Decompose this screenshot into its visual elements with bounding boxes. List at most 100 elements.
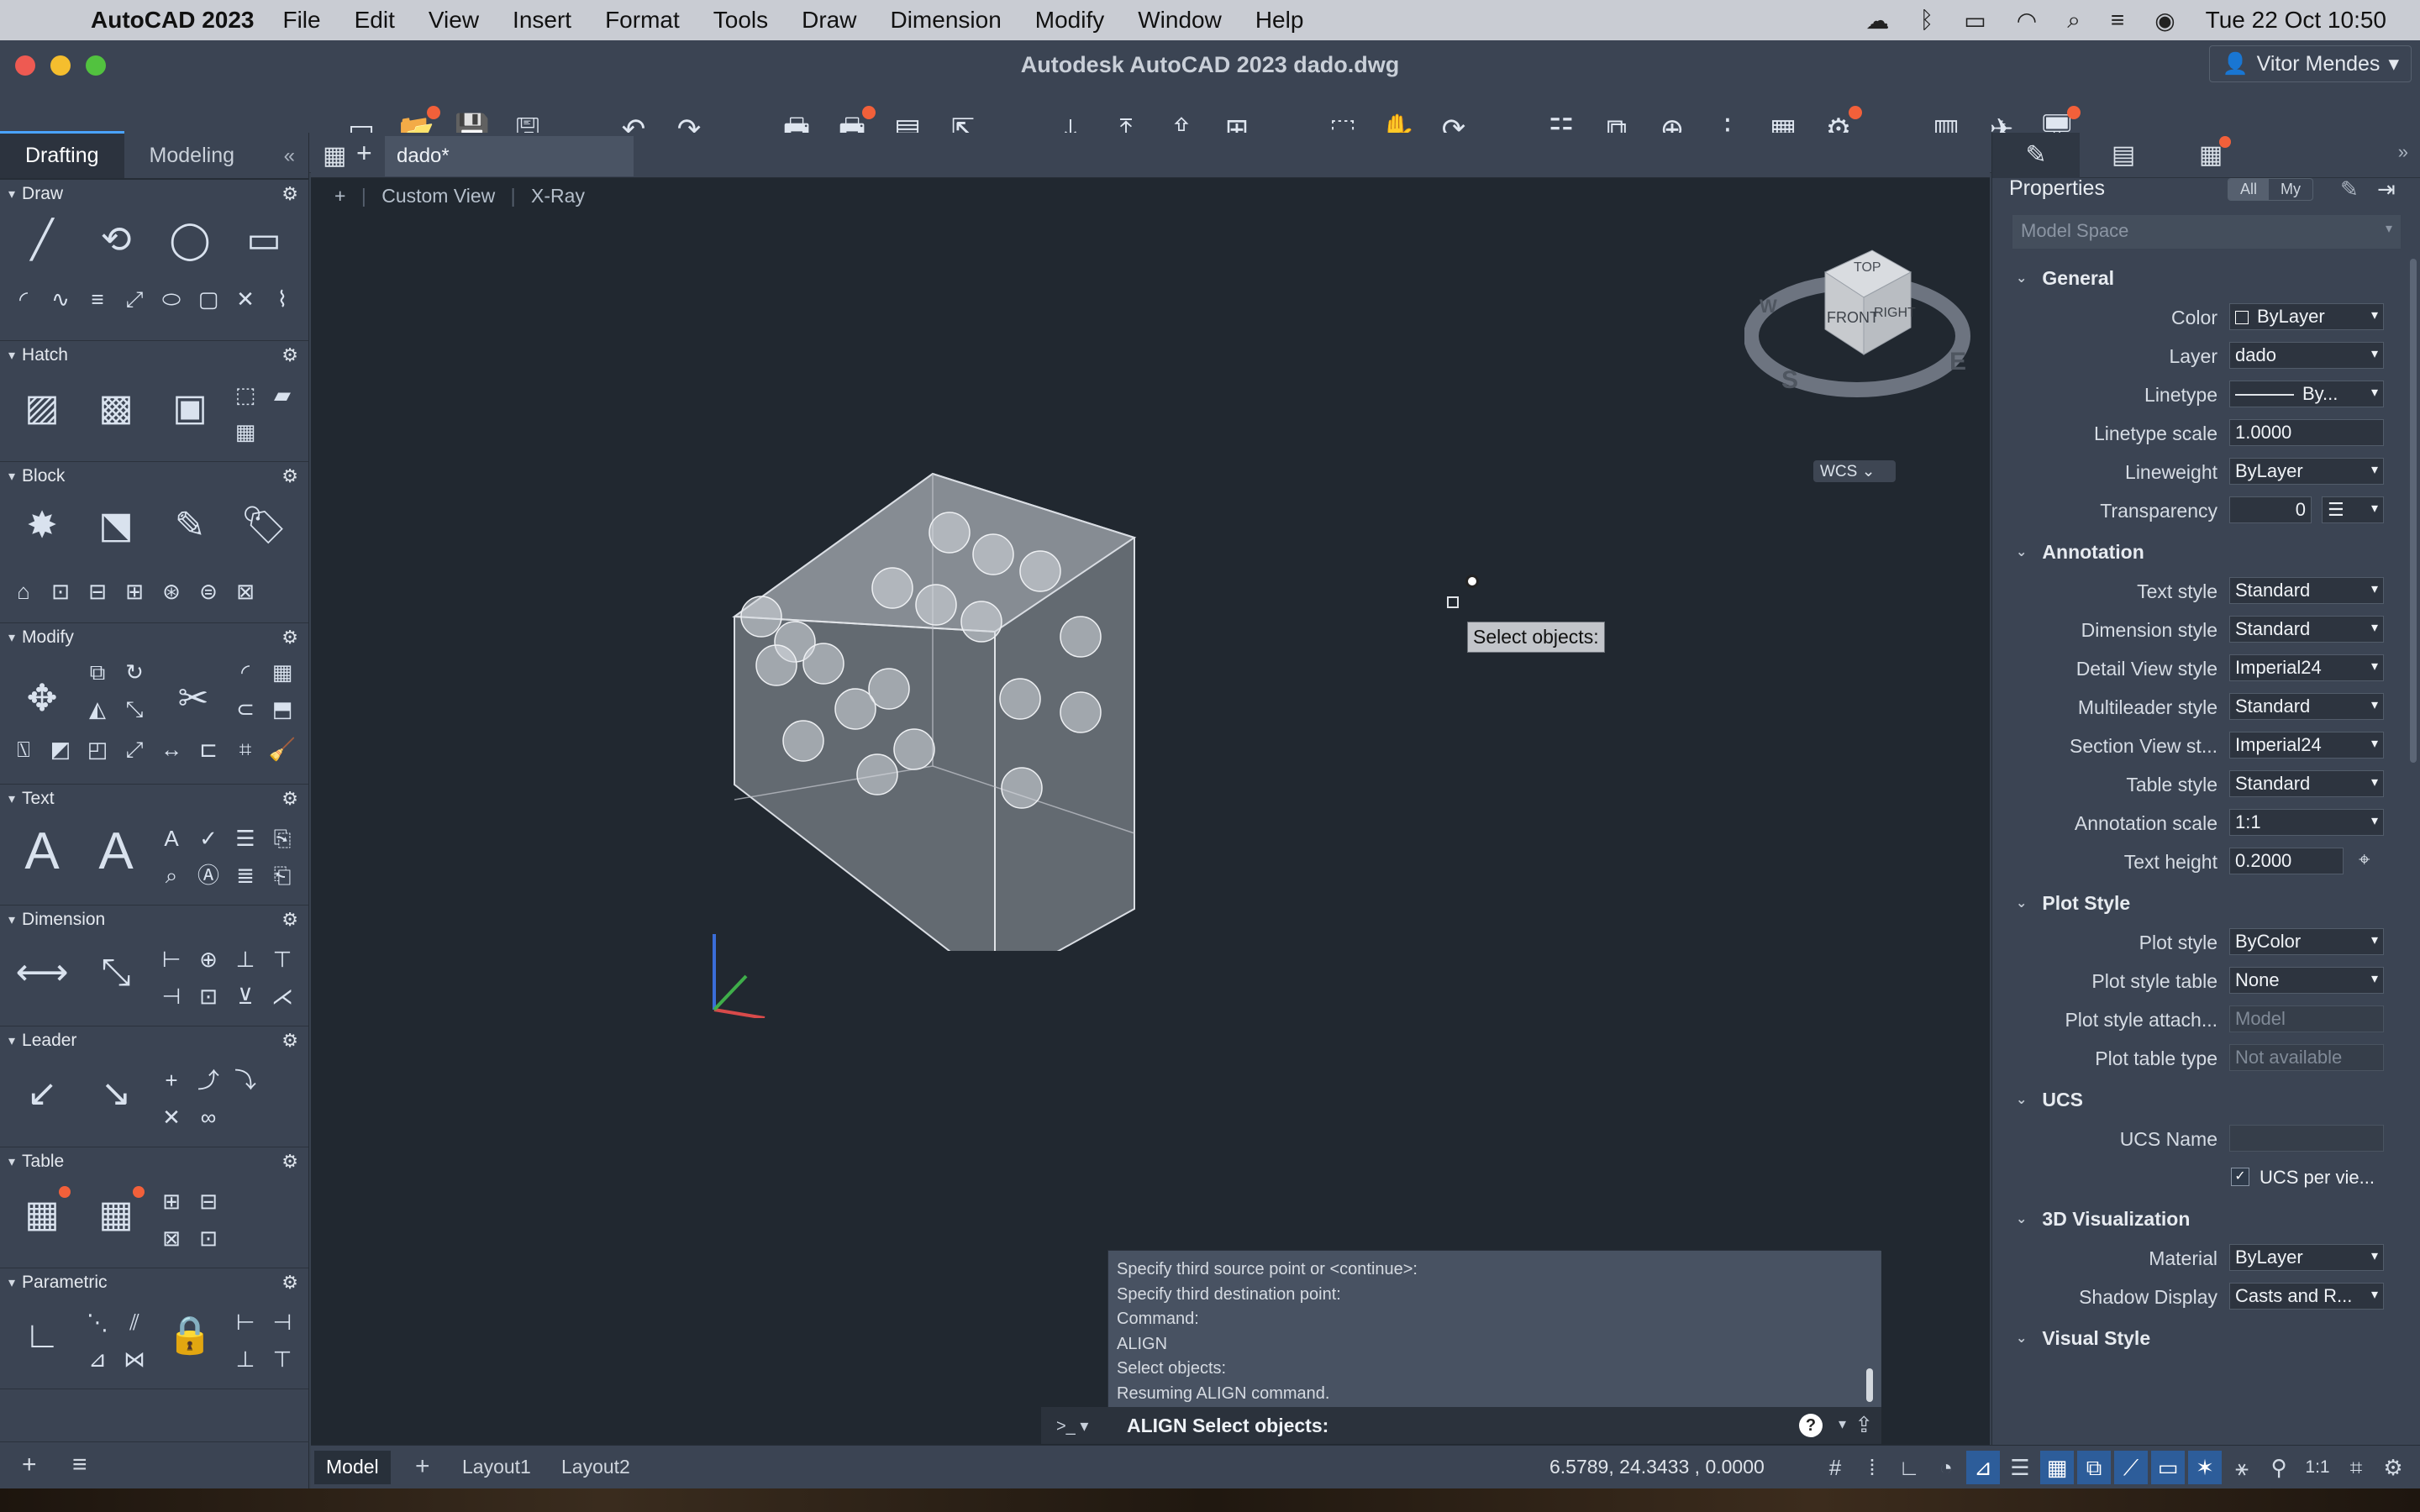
block-table-icon[interactable]: ⊠: [230, 576, 260, 606]
detail-view-style-dropdown[interactable]: Imperial24 ▾: [2229, 654, 2384, 681]
gradient-hatch-icon[interactable]: ▩: [89, 381, 143, 435]
user-account-menu[interactable]: 👤 Vitor Mendes ▾: [2209, 45, 2412, 82]
view-preset-button[interactable]: Custom View: [381, 185, 495, 207]
tab-dado[interactable]: dado*: [385, 136, 634, 176]
dynamic-ucs-icon[interactable]: ▭: [2151, 1451, 2185, 1484]
revcloud-icon[interactable]: ▦: [230, 417, 260, 447]
data-extraction-icon[interactable]: ⊞: [156, 1186, 187, 1216]
menu-help[interactable]: Help: [1255, 7, 1304, 34]
stretch-icon[interactable]: ⤡: [119, 694, 150, 724]
block-attribute-icon[interactable]: ⊞: [119, 576, 150, 606]
section-title[interactable]: Block: [22, 466, 65, 486]
gear-icon[interactable]: ⚙: [281, 465, 298, 487]
table-export-icon[interactable]: ⊠: [156, 1223, 187, 1253]
mirror-icon[interactable]: ◭: [82, 694, 113, 724]
collapse-palette-icon[interactable]: «: [284, 144, 295, 168]
color-dropdown[interactable]: ByLayer ▾: [2229, 303, 2384, 330]
menu-insert[interactable]: Insert: [513, 7, 571, 34]
section-title[interactable]: Modify: [22, 627, 74, 648]
join-icon[interactable]: ↔: [156, 734, 187, 764]
ortho-icon[interactable]: ∟: [1892, 1451, 1926, 1484]
radius-dimension-icon[interactable]: ⊕: [193, 944, 224, 974]
manage-attributes-icon[interactable]: ⊟: [82, 576, 113, 606]
clock[interactable]: Tue 22 Oct 10:50: [2206, 7, 2386, 34]
sketch-icon[interactable]: ⌇: [267, 284, 297, 314]
parallel-icon[interactable]: ⫽: [119, 1307, 150, 1337]
create-block-icon[interactable]: ✸: [15, 499, 69, 553]
plot-style-dropdown[interactable]: ByColor ▾: [2229, 928, 2384, 955]
category-annotation[interactable]: ⌄ Annotation: [1992, 533, 2396, 571]
gear-icon[interactable]: ⚙: [281, 909, 298, 931]
category-plot-style[interactable]: ⌄ Plot Style: [1992, 884, 2396, 922]
ray-icon[interactable]: ⤢: [119, 284, 150, 314]
add-leader-icon[interactable]: +: [156, 1065, 187, 1095]
dimension-style-icon[interactable]: ⤡: [89, 946, 143, 1000]
text-style-dropdown[interactable]: Standard ▾: [2229, 577, 2384, 604]
annotation-visibility-icon[interactable]: ✶: [2188, 1451, 2222, 1484]
arc-icon[interactable]: ◜: [8, 284, 39, 314]
snap-icon[interactable]: ⁞: [1855, 1451, 1889, 1484]
filter-all[interactable]: All: [2228, 179, 2270, 200]
section-title[interactable]: Leader: [22, 1031, 76, 1051]
transparency-field[interactable]: 0: [2229, 496, 2312, 523]
new-tab-plus-icon[interactable]: +: [356, 138, 372, 169]
visual-style-button[interactable]: X-Ray: [531, 185, 585, 207]
section-title[interactable]: Text: [22, 789, 55, 809]
grid-icon[interactable]: #: [1818, 1451, 1852, 1484]
linear-dimension-icon[interactable]: ⟷: [15, 946, 69, 1000]
linetype-scale-field[interactable]: 1.0000: [2229, 419, 2384, 446]
table-icon[interactable]: ▦: [15, 1186, 71, 1242]
line-icon[interactable]: ╱: [15, 213, 69, 267]
gear-icon[interactable]: ⚙: [281, 1272, 298, 1294]
remove-leader-icon[interactable]: ✕: [156, 1102, 187, 1132]
viewport-menu-button[interactable]: +: [334, 185, 345, 207]
explode-icon[interactable]: ⤢: [119, 734, 150, 764]
lock-constraint-icon[interactable]: 🔒: [163, 1309, 217, 1362]
menu-window[interactable]: Window: [1138, 7, 1222, 34]
trim-icon[interactable]: ✂: [166, 672, 220, 726]
fillet-icon[interactable]: ◜: [230, 657, 260, 687]
table-style-icon[interactable]: ▦: [89, 1186, 145, 1242]
break-icon[interactable]: ⊏: [193, 734, 224, 764]
multileader-style-icon[interactable]: ↘: [89, 1067, 143, 1121]
battery-icon[interactable]: ▭: [1964, 7, 1986, 34]
coordinate-readout[interactable]: 6.5789, 24.3433 , 0.0000: [1549, 1456, 1765, 1478]
properties-scrollbar[interactable]: [2410, 259, 2417, 763]
help-icon[interactable]: ?: [1799, 1414, 1823, 1437]
gear-icon[interactable]: ⚙: [281, 183, 298, 205]
compass-s[interactable]: S: [1781, 366, 1798, 395]
menu-view[interactable]: View: [429, 7, 479, 34]
section-title[interactable]: Hatch: [22, 345, 68, 365]
equal-constraint-icon[interactable]: ⊤: [267, 1344, 297, 1374]
workspace-icon[interactable]: ⌗: [2339, 1451, 2373, 1484]
align-leaders-icon[interactable]: ⤴: [193, 1065, 224, 1095]
xline-icon[interactable]: ✕: [230, 284, 260, 314]
selection-cycling-icon[interactable]: ⧉: [2077, 1451, 2111, 1484]
combine-text-icon[interactable]: Ⓐ: [193, 860, 224, 890]
viewcube-top-label[interactable]: TOP: [1854, 260, 1881, 276]
center-mark-icon[interactable]: ⊡: [193, 981, 224, 1011]
gear-icon[interactable]: ⚙: [281, 788, 298, 810]
menu-edit[interactable]: Edit: [355, 7, 395, 34]
data-link-icon[interactable]: ⊟: [193, 1186, 224, 1216]
ucs-per-viewport-checkbox[interactable]: ✓: [2231, 1168, 2249, 1186]
attribute-icon[interactable]: ⌂: [8, 576, 39, 606]
command-line[interactable]: >_ ▾ ALIGN Select objects: ? ▾ ⇪: [1041, 1407, 1881, 1444]
category-ucs[interactable]: ⌄ UCS: [1992, 1080, 2396, 1119]
define-attribute-icon[interactable]: ⊡: [45, 576, 76, 606]
vertical-constraint-icon[interactable]: ⊥: [230, 1344, 260, 1374]
bluetooth-icon[interactable]: ᛒ: [1919, 7, 1933, 34]
scale-icon[interactable]: ◰: [82, 734, 113, 764]
start-tab-grid-icon[interactable]: ▦: [323, 141, 346, 171]
offset-icon[interactable]: ⊂: [230, 694, 260, 724]
siri-icon[interactable]: ◉: [2154, 7, 2175, 34]
share-icon[interactable]: ⇪: [1854, 1412, 1873, 1438]
add-palette-icon[interactable]: +: [22, 1451, 37, 1479]
tab-modeling[interactable]: Modeling: [124, 134, 260, 178]
edit-attributes-icon[interactable]: 🏷: [237, 499, 291, 553]
command-prompt-icon[interactable]: >_ ▾: [1056, 1415, 1115, 1436]
wipeout-icon[interactable]: ▰: [267, 380, 297, 410]
gear-icon[interactable]: ⚙: [281, 1030, 298, 1052]
text-height-field[interactable]: 0.2000: [2229, 848, 2344, 874]
category-3d-visualization[interactable]: ⌄ 3D Visualization: [1992, 1200, 2396, 1238]
